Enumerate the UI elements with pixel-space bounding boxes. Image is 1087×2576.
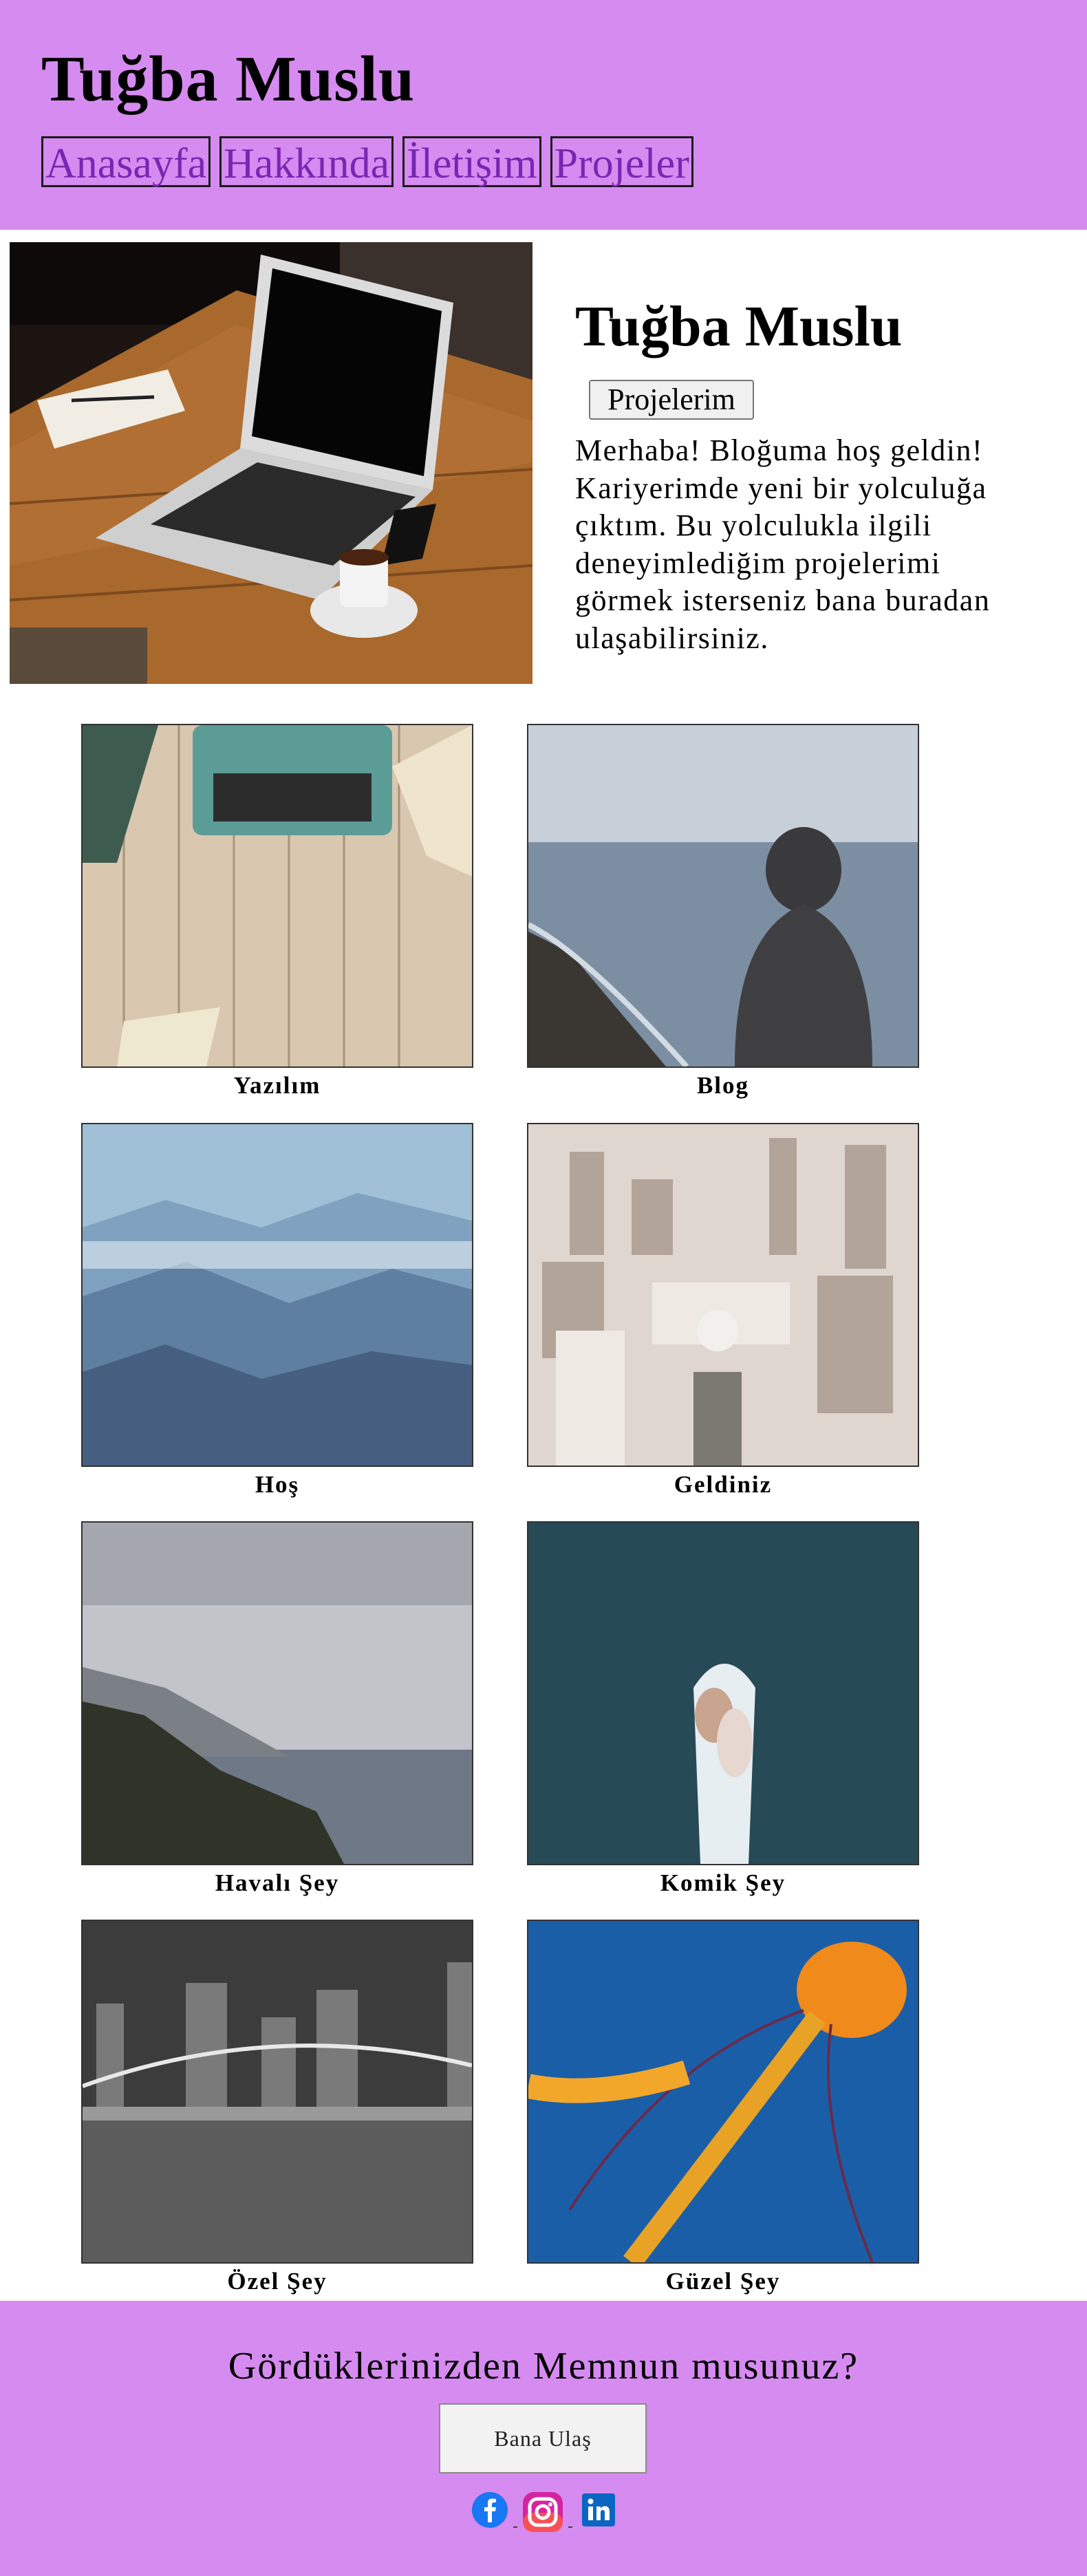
gallery-image: [527, 1123, 919, 1467]
gallery-image: [81, 1123, 473, 1467]
hero-intro-text: Merhaba! Bloğuma hoş geldin! Kariyerimde…: [575, 433, 991, 655]
gallery-image: [81, 724, 473, 1068]
gallery-image: [81, 1521, 473, 1865]
gallery-caption: Yazılım: [233, 1072, 321, 1099]
gallery-caption: Blog: [696, 1072, 750, 1099]
nav-item-contact[interactable]: İletişim: [402, 136, 541, 187]
gallery-caption: Komik Şey: [660, 1869, 786, 1896]
site-title: Tuğba Muslu: [41, 43, 416, 115]
gallery-image: [527, 1521, 919, 1865]
gallery-caption: Havalı Şey: [215, 1869, 340, 1896]
gallery-image: [81, 1920, 473, 2264]
contact-me-button[interactable]: Bana Ulaş: [439, 2403, 647, 2473]
gallery-caption: Hoş: [255, 1471, 300, 1498]
gallery-card-hos[interactable]: Hoş: [81, 1123, 473, 1499]
gallery-caption: Güzel Şey: [665, 2268, 781, 2295]
linkedin-icon[interactable]: [579, 2491, 618, 2535]
projects-button[interactable]: Projelerim: [589, 380, 754, 420]
gallery-image: [527, 724, 919, 1068]
hero-title: Tuğba Muslu: [575, 294, 903, 358]
link-underline: [513, 2526, 517, 2528]
nav-item-projects[interactable]: Projeler: [550, 136, 693, 187]
facebook-icon[interactable]: [471, 2491, 509, 2535]
instagram-icon[interactable]: [521, 2491, 564, 2535]
gallery-card-komik-sey[interactable]: Komik Şey: [527, 1521, 919, 1897]
nav-item-home[interactable]: Anasayfa: [41, 136, 211, 187]
footer-question: Gördüklerinizden Memnun musunuz?: [228, 2345, 859, 2387]
gallery-card-havali-sey[interactable]: Havalı Şey: [81, 1521, 473, 1897]
hero-image: [10, 242, 532, 684]
link-underline: [568, 2526, 572, 2528]
gallery-card-ozel-sey[interactable]: Özel Şey: [81, 1920, 473, 2295]
gallery-card-blog[interactable]: Blog: [527, 724, 919, 1099]
gallery-card-yazilim[interactable]: Yazılım: [81, 724, 473, 1099]
gallery-caption: Geldiniz: [674, 1471, 773, 1498]
gallery-card-guzel-sey[interactable]: Güzel Şey: [527, 1920, 919, 2295]
gallery-image: [527, 1920, 919, 2264]
gallery-caption: Özel Şey: [227, 2268, 327, 2295]
nav-item-about[interactable]: Hakkında: [219, 136, 394, 187]
main-nav: Anasayfa Hakkında İletişim Projeler: [41, 136, 693, 191]
gallery-card-geldiniz[interactable]: Geldiniz: [527, 1123, 919, 1499]
